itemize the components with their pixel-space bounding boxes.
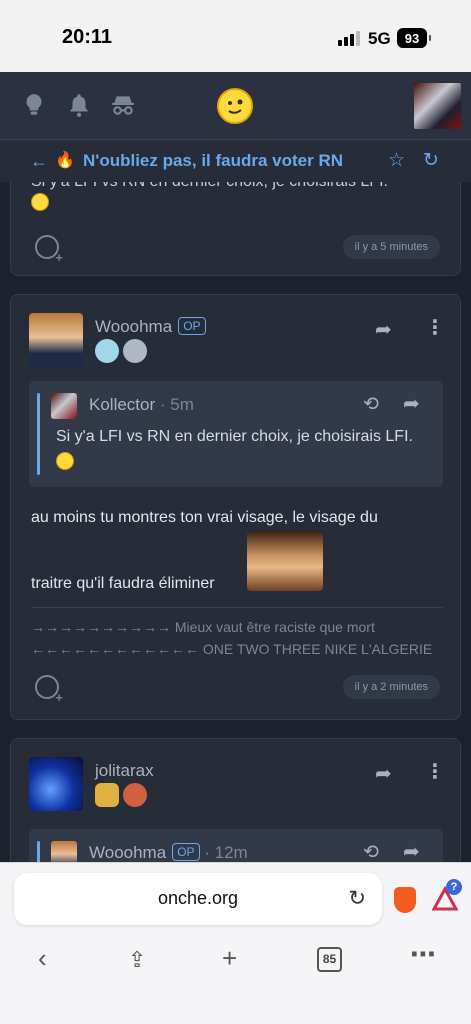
post-text-partial: Si y'a LFI vs RN en dernier choix, je ch… [31,182,441,191]
star-icon[interactable]: ☆ [388,149,405,172]
tab-count-button[interactable]: 85 [317,947,342,972]
share-sheet-icon[interactable]: ⇪ [128,947,146,973]
user-avatar[interactable] [414,83,461,129]
posts-feed[interactable]: Si y'a LFI vs RN en dernier choix, je ch… [0,182,471,862]
op-badge: OP [172,843,200,861]
author-avatar[interactable] [29,757,83,811]
topic-bar: ← 🔥 N'oubliez pas, il faudra voter RN ☆ … [0,140,471,182]
reload-icon[interactable]: ↻ [348,886,366,911]
quote-text: Si y'a LFI vs RN en dernier choix, je ch… [56,425,426,473]
incognito-icon[interactable] [110,92,136,118]
post-timestamp: il y a 5 minutes [342,235,440,259]
history-icon[interactable]: ⟲ [363,841,379,862]
quote-author-avatar [51,841,77,862]
battery-level: 93 [404,30,420,46]
signature-line: ←←←←←←←←←←←← ONE TWO THREE NIKE L'ALGERI… [31,641,433,657]
author-name[interactable]: jolitarax [95,761,154,781]
more-options-icon[interactable]: ⋮ [425,315,445,340]
signal-icon [338,30,360,46]
post-card: Si y'a LFI vs RN en dernier choix, je ch… [10,182,461,276]
lightbulb-icon[interactable] [21,92,47,118]
browser-chrome: onche.org ↻ ? ‹ ⇪ + 85 ⋯ [0,862,471,1024]
add-reaction-icon[interactable] [35,235,63,265]
brave-shield-icon[interactable] [394,887,416,913]
rewards-badge: ? [446,879,462,895]
quote-text-content: Si y'a LFI vs RN en dernier choix, je ch… [56,428,413,445]
signature-divider [31,607,443,608]
brave-rewards-icon[interactable]: ? [431,879,462,911]
network-type: 5G [368,29,391,48]
history-icon[interactable]: ⟲ [363,393,379,416]
profile-badge-icon [123,339,147,363]
more-options-icon[interactable]: ⋮ [425,759,445,784]
reaction-image [247,531,323,591]
refresh-icon[interactable]: ↻ [423,149,439,172]
quote-age: 5m [170,395,194,414]
quote-author[interactable]: Wooohma [89,843,166,862]
battery-icon: 93 [397,28,431,48]
back-arrow-icon[interactable]: ← [30,151,48,172]
star-badge-icon [95,783,119,807]
quote-share-icon[interactable]: ➦ [403,839,420,862]
status-time: 20:11 [62,26,113,48]
quoted-post[interactable]: Kollector · 5m ⟲ ➦ Si y'a LFI vs RN en d… [29,381,443,487]
post-text-line: traitre qu'il faudra éliminer [31,575,215,592]
op-badge: OP [178,317,206,335]
quote-age: 12m [214,843,248,862]
quote-author[interactable]: Kollector [89,395,155,414]
status-bar: 20:11 5G 93 [0,0,471,72]
post-card: Wooohma OP ➦ ⋮ Kollector · 5m ⟲ ➦ Si y'a … [10,294,461,720]
post-text-line: au moins tu montres ton vrai visage, le … [31,509,378,526]
smiley-face-icon [228,99,243,114]
post-card: jolitarax ➦ ⋮ Wooohma OP · 12m ⟲ ➦ [10,738,461,862]
post-timestamp: il y a 2 minutes [342,675,440,699]
smiley-emoji-icon [56,451,74,470]
quote-header: Wooohma OP · 12m [89,843,248,862]
bell-icon[interactable] [66,92,92,118]
topic-title[interactable]: N'oubliez pas, il faudra voter RN [83,151,343,171]
author-avatar[interactable] [29,313,83,367]
snowflake-badge-icon [95,339,119,363]
share-icon[interactable]: ➦ [375,317,392,342]
add-reaction-icon[interactable] [35,675,63,705]
fire-icon: 🔥 [55,152,75,169]
quote-header: Kollector · 5m [89,395,194,414]
quoted-post[interactable]: Wooohma OP · 12m ⟲ ➦ [29,829,443,862]
quote-author-avatar [51,393,77,419]
quote-share-icon[interactable]: ➦ [403,391,420,416]
author-name-text: Wooohma [95,317,173,336]
back-icon[interactable]: ‹ [38,943,47,974]
profile-badge-icon [123,783,147,807]
more-icon[interactable]: ⋯ [410,939,436,970]
share-icon[interactable]: ➦ [375,761,392,786]
smiley-emoji-icon [31,193,49,211]
new-tab-icon[interactable]: + [222,943,237,974]
author-name[interactable]: Wooohma OP [95,317,206,337]
smiley-logo[interactable] [217,88,253,124]
address-bar[interactable]: onche.org ↻ [14,873,382,925]
signature-line: →→→→→→→→→→ Mieux vaut être raciste que m… [31,619,375,635]
url-text[interactable]: onche.org [14,888,382,909]
